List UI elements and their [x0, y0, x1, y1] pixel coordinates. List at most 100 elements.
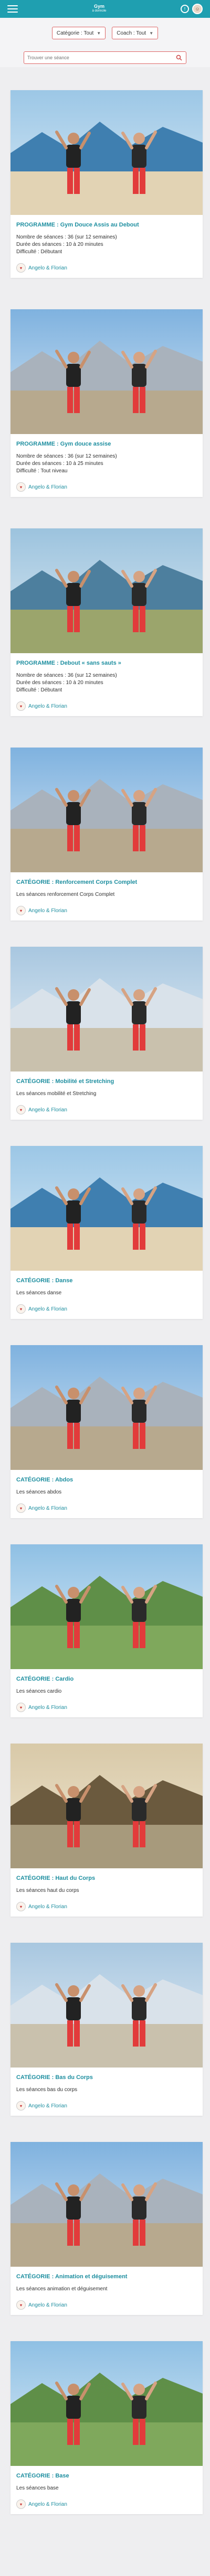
card-author[interactable]: ♥ Angelo & Florian	[16, 1304, 197, 1314]
card-title[interactable]: PROGRAMME : Debout « sans sauts »	[16, 659, 197, 667]
card-detail-line: Difficulté : Tout niveau	[16, 468, 68, 474]
card-photo[interactable]	[10, 1744, 203, 1868]
card-author[interactable]: ♥ Angelo & Florian	[16, 263, 197, 273]
program-card[interactable]: CATÉGORIE : Cardio Les séances cardio ♥ …	[10, 1544, 203, 1717]
coach-avatar-icon: ♥	[16, 1503, 26, 1513]
program-card[interactable]: CATÉGORIE : Danse Les séances danse ♥ An…	[10, 1146, 203, 1319]
card-title[interactable]: CATÉGORIE : Cardio	[16, 1675, 197, 1683]
card-photo[interactable]	[10, 1146, 203, 1271]
search-row	[0, 48, 210, 67]
card-author[interactable]: ♥ Angelo & Florian	[16, 482, 197, 492]
card-detail-line: Difficulté : Débutant	[16, 249, 62, 255]
card-author[interactable]: ♥ Angelo & Florian	[16, 1503, 197, 1513]
card-detail-line: Les séances base	[16, 2485, 59, 2491]
card-detail-line: Les séances cardio	[16, 1689, 62, 1694]
card-body: CATÉGORIE : Animation et déguisement Les…	[10, 2267, 203, 2315]
card-photo[interactable]	[10, 2142, 203, 2267]
card-body: PROGRAMME : Gym Douce Assis au Debout No…	[10, 215, 203, 278]
author-name: Angelo & Florian	[28, 1306, 67, 1312]
card-body: CATÉGORIE : Danse Les séances danse ♥ An…	[10, 1271, 203, 1319]
category-select-label: Catégorie : Tout	[56, 30, 94, 36]
program-card[interactable]: CATÉGORIE : Animation et déguisement Les…	[10, 2142, 203, 2315]
card-detail-line: Les séances renforcement Corps Complet	[16, 892, 115, 897]
top-bar: Gym à domicile ! ☺	[0, 0, 210, 18]
chevron-down-icon: ▼	[97, 30, 101, 36]
card-photo[interactable]	[10, 90, 203, 215]
card-detail-line: Les séances danse	[16, 1290, 62, 1296]
card-body: CATÉGORIE : Mobilité et Stretching Les s…	[10, 1071, 203, 1120]
search-icon[interactable]	[175, 54, 183, 61]
card-detail-line: Les séances haut du corps	[16, 1888, 79, 1893]
card-photo[interactable]	[10, 1544, 203, 1669]
card-detail-line: Durée des séances : 10 à 20 minutes	[16, 680, 103, 686]
card-detail-line: Nombre de séances : 36 (sur 12 semaines)	[16, 234, 117, 240]
menu-icon[interactable]	[7, 5, 18, 13]
card-body: CATÉGORIE : Bas du Corps Les séances bas…	[10, 2068, 203, 2116]
card-photo[interactable]	[10, 2341, 203, 2466]
chevron-down-icon: ▼	[149, 30, 154, 36]
card-title[interactable]: CATÉGORIE : Abdos	[16, 1476, 197, 1484]
card-title[interactable]: CATÉGORIE : Mobilité et Stretching	[16, 1078, 197, 1085]
program-card[interactable]: CATÉGORIE : Base Les séances base ♥ Ange…	[10, 2341, 203, 2514]
card-title[interactable]: PROGRAMME : Gym Douce Assis au Debout	[16, 221, 197, 229]
coach-avatar-icon: ♥	[16, 1304, 26, 1314]
card-photo[interactable]	[10, 1345, 203, 1470]
author-name: Angelo & Florian	[28, 2501, 67, 2507]
card-detail-line: Durée des séances : 10 à 25 minutes	[16, 461, 103, 467]
card-detail-line: Nombre de séances : 36 (sur 12 semaines)	[16, 673, 117, 678]
card-detail-line: Nombre de séances : 36 (sur 12 semaines)	[16, 453, 117, 459]
author-name: Angelo & Florian	[28, 1903, 67, 1910]
card-title[interactable]: CATÉGORIE : Bas du Corps	[16, 2074, 197, 2081]
card-photo[interactable]	[10, 309, 203, 434]
coach-avatar-icon: ♥	[16, 906, 26, 915]
program-card[interactable]: CATÉGORIE : Abdos Les séances abdos ♥ An…	[10, 1345, 203, 1518]
avatar[interactable]: ☺	[192, 4, 203, 14]
brand-line2: à domicile	[92, 9, 107, 13]
author-name: Angelo & Florian	[28, 265, 67, 271]
card-title[interactable]: CATÉGORIE : Base	[16, 2472, 197, 2480]
card-author[interactable]: ♥ Angelo & Florian	[16, 2101, 197, 2110]
card-photo[interactable]	[10, 947, 203, 1071]
card-photo[interactable]	[10, 1943, 203, 2068]
card-author[interactable]: ♥ Angelo & Florian	[16, 1703, 197, 1712]
card-photo[interactable]	[10, 748, 203, 872]
program-card[interactable]: CATÉGORIE : Renforcement Corps Complet L…	[10, 748, 203, 921]
card-author[interactable]: ♥ Angelo & Florian	[16, 2300, 197, 2310]
program-card[interactable]: CATÉGORIE : Haut du Corps Les séances ha…	[10, 1744, 203, 1917]
card-author[interactable]: ♥ Angelo & Florian	[16, 1105, 197, 1114]
card-title[interactable]: CATÉGORIE : Danse	[16, 1277, 197, 1284]
card-title[interactable]: CATÉGORIE : Haut du Corps	[16, 1875, 197, 1882]
program-card[interactable]: CATÉGORIE : Bas du Corps Les séances bas…	[10, 1943, 203, 2116]
card-title[interactable]: PROGRAMME : Gym douce assise	[16, 440, 197, 448]
program-card[interactable]: PROGRAMME : Gym douce assise Nombre de s…	[10, 309, 203, 497]
card-body: PROGRAMME : Debout « sans sauts » Nombre…	[10, 653, 203, 716]
card-detail-line: Difficulté : Débutant	[16, 687, 62, 693]
program-card[interactable]: CATÉGORIE : Mobilité et Stretching Les s…	[10, 947, 203, 1120]
search-input[interactable]	[27, 55, 164, 60]
card-photo[interactable]	[10, 528, 203, 653]
program-card[interactable]: PROGRAMME : Debout « sans sauts » Nombre…	[10, 528, 203, 716]
card-title[interactable]: CATÉGORIE : Renforcement Corps Complet	[16, 879, 197, 886]
brand-logo[interactable]: Gym à domicile	[92, 4, 106, 14]
brand-line1: Gym	[93, 4, 104, 9]
author-name: Angelo & Florian	[28, 2103, 67, 2109]
card-author[interactable]: ♥ Angelo & Florian	[16, 906, 197, 915]
card-author[interactable]: ♥ Angelo & Florian	[16, 1902, 197, 1911]
card-author[interactable]: ♥ Angelo & Florian	[16, 701, 197, 711]
card-title[interactable]: CATÉGORIE : Animation et déguisement	[16, 2273, 197, 2280]
author-name: Angelo & Florian	[28, 1704, 67, 1711]
coach-avatar-icon: ♥	[16, 263, 26, 273]
author-name: Angelo & Florian	[28, 1505, 67, 1511]
notification-icon[interactable]: !	[180, 5, 189, 13]
program-card[interactable]: PROGRAMME : Gym Douce Assis au Debout No…	[10, 90, 203, 278]
filter-bar: Catégorie : Tout ▼ Coach : Tout ▼	[0, 18, 210, 48]
card-author[interactable]: ♥ Angelo & Florian	[16, 2499, 197, 2509]
author-name: Angelo & Florian	[28, 907, 67, 914]
author-name: Angelo & Florian	[28, 1107, 67, 1113]
card-detail-line: Les séances bas du corps	[16, 2087, 78, 2093]
search-box	[24, 51, 186, 64]
coach-select-label: Coach : Tout	[117, 30, 146, 36]
author-name: Angelo & Florian	[28, 703, 67, 709]
category-select[interactable]: Catégorie : Tout ▼	[51, 27, 106, 39]
coach-select[interactable]: Coach : Tout ▼	[112, 27, 159, 39]
